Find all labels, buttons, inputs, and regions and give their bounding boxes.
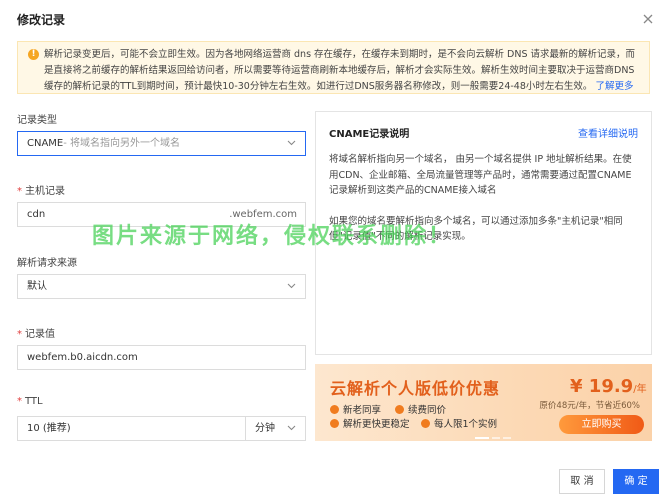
view-details-link[interactable]: 查看详细说明: [578, 125, 638, 140]
record-value-label: * 记录值: [17, 329, 55, 340]
record-type-label: 记录类型: [17, 115, 57, 126]
watermark: 图片来源于网络，侵权联系删除！: [92, 224, 453, 249]
promo-feature: 续费同价: [395, 402, 446, 416]
confirm-button[interactable]: 确 定: [613, 469, 659, 494]
resolution-source-select[interactable]: 默认: [17, 274, 306, 299]
promo-original-price: 原价48元/年，节省近60%: [539, 401, 640, 411]
help-title: CNAME记录说明: [329, 129, 410, 140]
resolution-source-value: 默认: [27, 281, 47, 292]
dialog-title: 修改记录: [17, 13, 66, 27]
notice-text: 解析记录变更后，可能不会立即生效。因为各地网络运营商 dns 存在缓存，在缓存未…: [44, 49, 636, 92]
dialog-header: 修改记录: [0, 0, 667, 36]
notice-banner: ! 解析记录变更后，可能不会立即生效。因为各地网络运营商 dns 存在缓存，在缓…: [17, 41, 650, 94]
promo-price: ¥ 19.9/年: [570, 376, 647, 397]
learn-more-link[interactable]: 了解更多: [595, 81, 633, 92]
buy-now-button[interactable]: 立即购买: [559, 415, 644, 434]
promo-feature: 新老同享: [330, 402, 381, 416]
chevron-down-icon: [287, 283, 296, 289]
promo-feature: 解析更快更稳定: [330, 416, 410, 430]
ttl-value: 10 (推荐): [27, 423, 71, 434]
check-icon: [421, 419, 430, 428]
ttl-unit-value: 分钟: [255, 423, 275, 434]
record-value-text: webfem.b0.aicdn.com: [27, 352, 138, 363]
record-type-value: CNAME: [27, 138, 64, 149]
warning-icon: !: [28, 49, 39, 60]
check-icon: [330, 419, 339, 428]
promo-title: 云解析个人版低价优惠: [330, 379, 501, 398]
promo-banner[interactable]: 云解析个人版低价优惠 新老同享 续费同价 解析更快更稳定 每人限1个实例 ¥ 1…: [315, 364, 652, 441]
chevron-down-icon: [287, 140, 296, 146]
host-record-label: * 主机记录: [17, 186, 65, 197]
host-record-value: cdn: [27, 209, 46, 220]
record-value-input[interactable]: webfem.b0.aicdn.com: [17, 345, 306, 370]
cancel-button[interactable]: 取 消: [559, 469, 605, 494]
help-paragraph: 将域名解析指向另一个域名， 由另一个域名提供 IP 地址解析结果。在使用CDN、…: [329, 154, 632, 196]
ttl-input[interactable]: 10 (推荐): [17, 416, 246, 441]
close-icon[interactable]: [641, 12, 655, 26]
chevron-down-icon: [287, 425, 296, 431]
check-icon: [330, 405, 339, 414]
check-icon: [395, 405, 404, 414]
record-type-select[interactable]: CNAME- 将域名指向另外一个域名: [17, 131, 306, 156]
record-type-hint: - 将域名指向另外一个域名: [63, 138, 181, 149]
ttl-label: * TTL: [17, 396, 43, 407]
ttl-unit-select[interactable]: 分钟: [245, 416, 306, 441]
promo-feature: 每人限1个实例: [421, 416, 497, 430]
resolution-source-label: 解析请求来源: [17, 258, 77, 269]
carousel-indicator[interactable]: [475, 431, 514, 441]
